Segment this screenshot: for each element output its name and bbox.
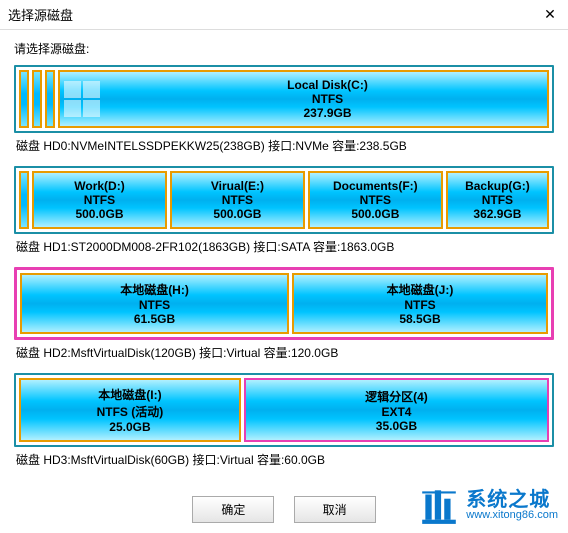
partition-name: Virual(E:) [174, 179, 301, 193]
partition-size: 500.0GB [36, 207, 163, 221]
watermark-title: 系统之城 [466, 490, 558, 510]
partition-fs: NTFS [174, 193, 301, 207]
reserved-bar [19, 70, 29, 128]
partition-fs: EXT4 [248, 405, 545, 419]
disk-row[interactable]: Work(D:)NTFS500.0GBVirual(E:)NTFS500.0GB… [14, 166, 554, 234]
partition-size: 35.0GB [248, 419, 545, 433]
partition-size: 58.5GB [296, 312, 544, 326]
partition-fs: NTFS [450, 193, 545, 207]
disk-info: 磁盘 HD3:MsftVirtualDisk(60GB) 接口:Virtual … [14, 447, 554, 476]
watermark: 系统之城 www.xitong86.com [418, 484, 558, 526]
prompt-label: 请选择源磁盘: [14, 40, 554, 57]
ok-button[interactable]: 确定 [192, 496, 274, 523]
disk-row[interactable]: Local Disk(C:)NTFS237.9GB [14, 65, 554, 133]
reserved-bars [19, 171, 29, 229]
partition-fs: NTFS (活动) [23, 403, 237, 420]
disk-section: 本地磁盘(H:)NTFS61.5GB本地磁盘(J:)NTFS58.5GB磁盘 H… [14, 267, 554, 369]
disk-section: Work(D:)NTFS500.0GBVirual(E:)NTFS500.0GB… [14, 166, 554, 263]
dialog-content: 请选择源磁盘: Local Disk(C:)NTFS237.9GB磁盘 HD0:… [0, 30, 568, 486]
partition-fs: NTFS [312, 193, 439, 207]
disk-info: 磁盘 HD1:ST2000DM008-2FR102(1863GB) 接口:SAT… [14, 234, 554, 263]
partition-name: Backup(G:) [450, 179, 545, 193]
cancel-button[interactable]: 取消 [294, 496, 376, 523]
title-bar: 选择源磁盘 ✕ [0, 0, 568, 30]
partition-name: 本地磁盘(J:) [296, 281, 544, 298]
disk-section: 本地磁盘(I:)NTFS (活动)25.0GB逻辑分区(4)EXT435.0GB… [14, 373, 554, 476]
partition-name: 本地磁盘(H:) [24, 281, 285, 298]
disks-container: Local Disk(C:)NTFS237.9GB磁盘 HD0:NVMeINTE… [14, 65, 554, 476]
partition-name: Work(D:) [36, 179, 163, 193]
reserved-bar [32, 70, 42, 128]
partition-size: 25.0GB [23, 420, 237, 434]
reserved-bar [19, 171, 29, 229]
watermark-logo-icon [418, 484, 460, 526]
partition-size: 237.9GB [110, 106, 545, 120]
partition-fs: NTFS [36, 193, 163, 207]
partition[interactable]: 逻辑分区(4)EXT435.0GB [244, 378, 549, 442]
partition-name: Documents(F:) [312, 179, 439, 193]
partition[interactable]: Documents(F:)NTFS500.0GB [308, 171, 443, 229]
disk-section: Local Disk(C:)NTFS237.9GB 磁盘 HD0:NVMeINTE… [14, 65, 554, 162]
windows-icon [62, 78, 110, 120]
partition-name: Local Disk(C:) [110, 78, 545, 92]
partition-fs: NTFS [296, 298, 544, 312]
partition-size: 61.5GB [24, 312, 285, 326]
partition-fs: NTFS [24, 298, 285, 312]
partition-size: 500.0GB [312, 207, 439, 221]
disk-row[interactable]: 本地磁盘(H:)NTFS61.5GB本地磁盘(J:)NTFS58.5GB [14, 267, 554, 340]
close-icon[interactable]: ✕ [540, 6, 560, 23]
partition[interactable]: Virual(E:)NTFS500.0GB [170, 171, 305, 229]
disk-info: 磁盘 HD0:NVMeINTELSSDPEKKW25(238GB) 接口:NVM… [14, 133, 554, 162]
partition[interactable]: Backup(G:)NTFS362.9GB [446, 171, 549, 229]
partition[interactable]: 本地磁盘(I:)NTFS (活动)25.0GB [19, 378, 241, 442]
partition[interactable]: 本地磁盘(J:)NTFS58.5GB [292, 273, 548, 334]
partition-name: 本地磁盘(I:) [23, 386, 237, 403]
partition[interactable]: Work(D:)NTFS500.0GB [32, 171, 167, 229]
partition-fs: NTFS [110, 92, 545, 106]
reserved-bar [45, 70, 55, 128]
disk-row[interactable]: 本地磁盘(I:)NTFS (活动)25.0GB逻辑分区(4)EXT435.0GB [14, 373, 554, 447]
reserved-bars [19, 70, 55, 128]
partition-size: 500.0GB [174, 207, 301, 221]
partition-name: 逻辑分区(4) [248, 388, 545, 405]
disk-info: 磁盘 HD2:MsftVirtualDisk(120GB) 接口:Virtual… [14, 340, 554, 369]
partition[interactable]: 本地磁盘(H:)NTFS61.5GB [20, 273, 289, 334]
partition-size: 362.9GB [450, 207, 545, 221]
window-title: 选择源磁盘 [8, 5, 540, 24]
partition[interactable]: Local Disk(C:)NTFS237.9GB [58, 70, 549, 128]
watermark-url: www.xitong86.com [466, 510, 558, 521]
